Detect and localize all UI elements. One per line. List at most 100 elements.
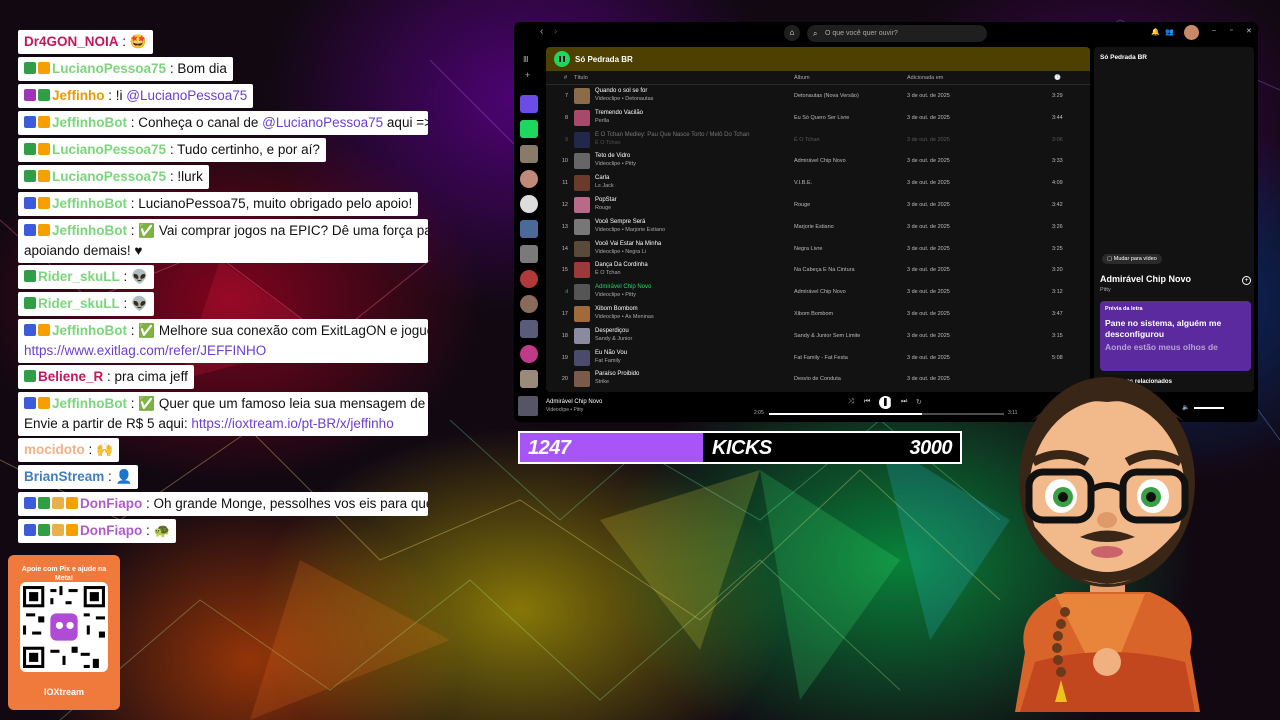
library-item[interactable]	[520, 270, 538, 288]
player-song[interactable]: Admirável Chip Novo	[546, 399, 602, 405]
col-duration[interactable]: 🕒	[1054, 75, 1061, 81]
liked-songs-icon[interactable]	[520, 95, 538, 113]
track-album[interactable]: Negra Livre	[794, 246, 822, 252]
track-title[interactable]: Dança Da Cordinha	[595, 262, 648, 268]
library-item[interactable]	[520, 220, 538, 238]
col-added[interactable]: Adicionada em	[907, 75, 943, 81]
chat-username[interactable]: JeffinhoBot	[52, 115, 127, 130]
track-title[interactable]: Teto de Vidro	[595, 153, 630, 159]
track-album[interactable]: Admirável Chip Novo	[794, 158, 846, 164]
avatar[interactable]	[1184, 25, 1199, 40]
np-song-title[interactable]: Admirável Chip Novo	[1100, 274, 1191, 284]
next-icon[interactable]: ⏭	[901, 398, 907, 406]
track-album[interactable]: V.I.B.E.	[794, 180, 812, 186]
home-icon[interactable]: ⌂	[784, 25, 800, 41]
add-icon[interactable]: +	[525, 70, 530, 80]
track-title[interactable]: É O Tchan Medley: Pau Que Nasce Torto / …	[595, 132, 749, 138]
chat-username[interactable]: JeffinhoBot	[52, 223, 127, 238]
track-artist[interactable]: Videoclipe • Marjorie Estiano	[595, 227, 665, 233]
library-item[interactable]	[520, 295, 538, 313]
chat-username[interactable]: Dr4GON_NOIA	[24, 34, 119, 49]
track-album[interactable]: Na Cabeça E Na Cintura	[794, 267, 855, 273]
saved-episodes-icon[interactable]	[520, 120, 538, 138]
chat-link[interactable]: https://ioxtream.io/pt-BR/x/jeffinho	[191, 416, 393, 431]
chat-username[interactable]: mocidoto	[24, 442, 85, 457]
track-artist[interactable]: Strike	[595, 379, 609, 385]
qr-code[interactable]	[20, 582, 108, 672]
track-artist[interactable]: É O Tchan	[595, 270, 621, 276]
maximize-icon[interactable]: ▫	[1230, 27, 1232, 34]
chat-mention[interactable]: @LucianoPessoa75	[126, 88, 247, 103]
chat-username[interactable]: JeffinhoBot	[52, 396, 127, 411]
track-title[interactable]: Eu Não Vou	[595, 350, 627, 356]
track-artist[interactable]: Videoclipe • Detonautas	[595, 96, 653, 102]
track-album[interactable]: Admirável Chip Novo	[794, 289, 846, 295]
pause-button[interactable]	[554, 51, 570, 67]
chat-username[interactable]: LucianoPessoa75	[52, 169, 166, 184]
chat-link[interactable]: https://www.exitlag.com/refer/JEFFINHO	[24, 343, 266, 358]
previous-icon[interactable]: ⏮	[864, 398, 870, 406]
track-album[interactable]: Fat Family - Fat Festa	[794, 355, 848, 361]
chat-username[interactable]: LucianoPessoa75	[52, 61, 166, 76]
repeat-icon[interactable]: ↻	[916, 398, 922, 406]
chat-mention[interactable]: @LucianoPessoa75	[262, 115, 383, 130]
track-album[interactable]: Sandy & Junior Sem Limite	[794, 333, 860, 339]
player-cover[interactable]	[518, 396, 538, 416]
chat-username[interactable]: LucianoPessoa75	[52, 142, 166, 157]
track-artist[interactable]: Rouge	[595, 205, 611, 211]
library-icon[interactable]: Ⅲ	[523, 55, 529, 64]
track-row[interactable]: 18 Desperdiçou Sandy & Junior Sandy & Junio…	[546, 325, 1090, 347]
friends-icon[interactable]: 👥	[1165, 28, 1174, 36]
track-title[interactable]: Desperdiçou	[595, 328, 629, 334]
track-row[interactable]: 12 PopStar Rouge Rouge 3 de out. de 2025 3:42	[546, 194, 1090, 216]
back-icon[interactable]: ‹	[540, 26, 543, 37]
chat-username[interactable]: Beliene_R	[38, 369, 103, 384]
track-album[interactable]: Eu Só Quero Ser Livre	[794, 115, 849, 121]
track-row[interactable]: 15 Dança Da Cordinha É O Tchan Na Cabeça E …	[546, 259, 1090, 281]
track-album[interactable]: Rouge	[794, 202, 810, 208]
track-title[interactable]: Você Vai Estar Na Minha	[595, 241, 661, 247]
track-album[interactable]: Detonautas (Nova Versão)	[794, 93, 859, 99]
track-title[interactable]: Tremendo Vacilão	[595, 110, 643, 116]
track-artist[interactable]: Ls Jack	[595, 183, 614, 189]
player-artist[interactable]: Videoclipe • Pitty	[546, 407, 583, 413]
track-album[interactable]: É O Tchan	[794, 137, 820, 143]
search-input[interactable]: ⌕ O que você quer ouvir?	[807, 25, 987, 42]
track-row[interactable]: 17 Xibom Bombom Videoclipe • As Meninas Xib…	[546, 303, 1090, 325]
np-artist[interactable]: Pitty	[1100, 287, 1111, 293]
library-item[interactable]	[520, 195, 538, 213]
track-artist[interactable]: Videoclipe • Pitty	[595, 161, 636, 167]
track-title[interactable]: Xibom Bombom	[595, 306, 638, 312]
chat-username[interactable]: Jeffinho	[52, 88, 105, 103]
add-to-playlist-icon[interactable]: +	[1242, 276, 1251, 285]
track-title[interactable]: Carla	[595, 175, 609, 181]
minimize-icon[interactable]: –	[1212, 27, 1216, 34]
track-artist[interactable]: Perlla	[595, 118, 609, 124]
progress-bar[interactable]	[769, 413, 1004, 415]
library-item[interactable]	[520, 170, 538, 188]
track-artist[interactable]: Sandy & Junior	[595, 336, 632, 342]
library-item[interactable]	[520, 245, 538, 263]
track-row[interactable]: ıl Admirável Chip Novo Videoclipe • Pitty A…	[546, 281, 1090, 303]
track-artist[interactable]: Videoclipe • As Meninas	[595, 314, 654, 320]
track-row[interactable]: 14 Você Vai Estar Na Minha Videoclipe • Ne…	[546, 238, 1090, 260]
close-icon[interactable]: ✕	[1246, 27, 1252, 35]
track-title[interactable]: PopStar	[595, 197, 617, 203]
track-album[interactable]: Marjorie Estiano	[794, 224, 834, 230]
chat-username[interactable]: JeffinhoBot	[52, 196, 127, 211]
track-title[interactable]: Quando o sol se for	[595, 88, 647, 94]
library-item[interactable]	[520, 370, 538, 388]
library-item[interactable]	[520, 345, 538, 363]
chat-username[interactable]: DonFiapo	[80, 496, 142, 511]
track-row[interactable]: 9 É O Tchan Medley: Pau Que Nasce Torto /…	[546, 129, 1090, 151]
track-row[interactable]: 11 Carla Ls Jack V.I.B.E. 3 de out. de 2025 4…	[546, 172, 1090, 194]
track-artist[interactable]: Videoclipe • Negra Li	[595, 249, 646, 255]
chat-username[interactable]: DonFiapo	[80, 523, 142, 538]
col-album[interactable]: Álbum	[794, 75, 810, 81]
shuffle-icon[interactable]: ⤨	[848, 398, 854, 406]
chat-username[interactable]: BrianStream	[24, 469, 104, 484]
track-album[interactable]: Desvio de Conduta	[794, 376, 841, 382]
track-artist[interactable]: Videoclipe • Pitty	[595, 292, 636, 298]
chat-username[interactable]: Rider_skuLL	[38, 296, 120, 311]
track-title[interactable]: Você Sempre Será	[595, 219, 645, 225]
